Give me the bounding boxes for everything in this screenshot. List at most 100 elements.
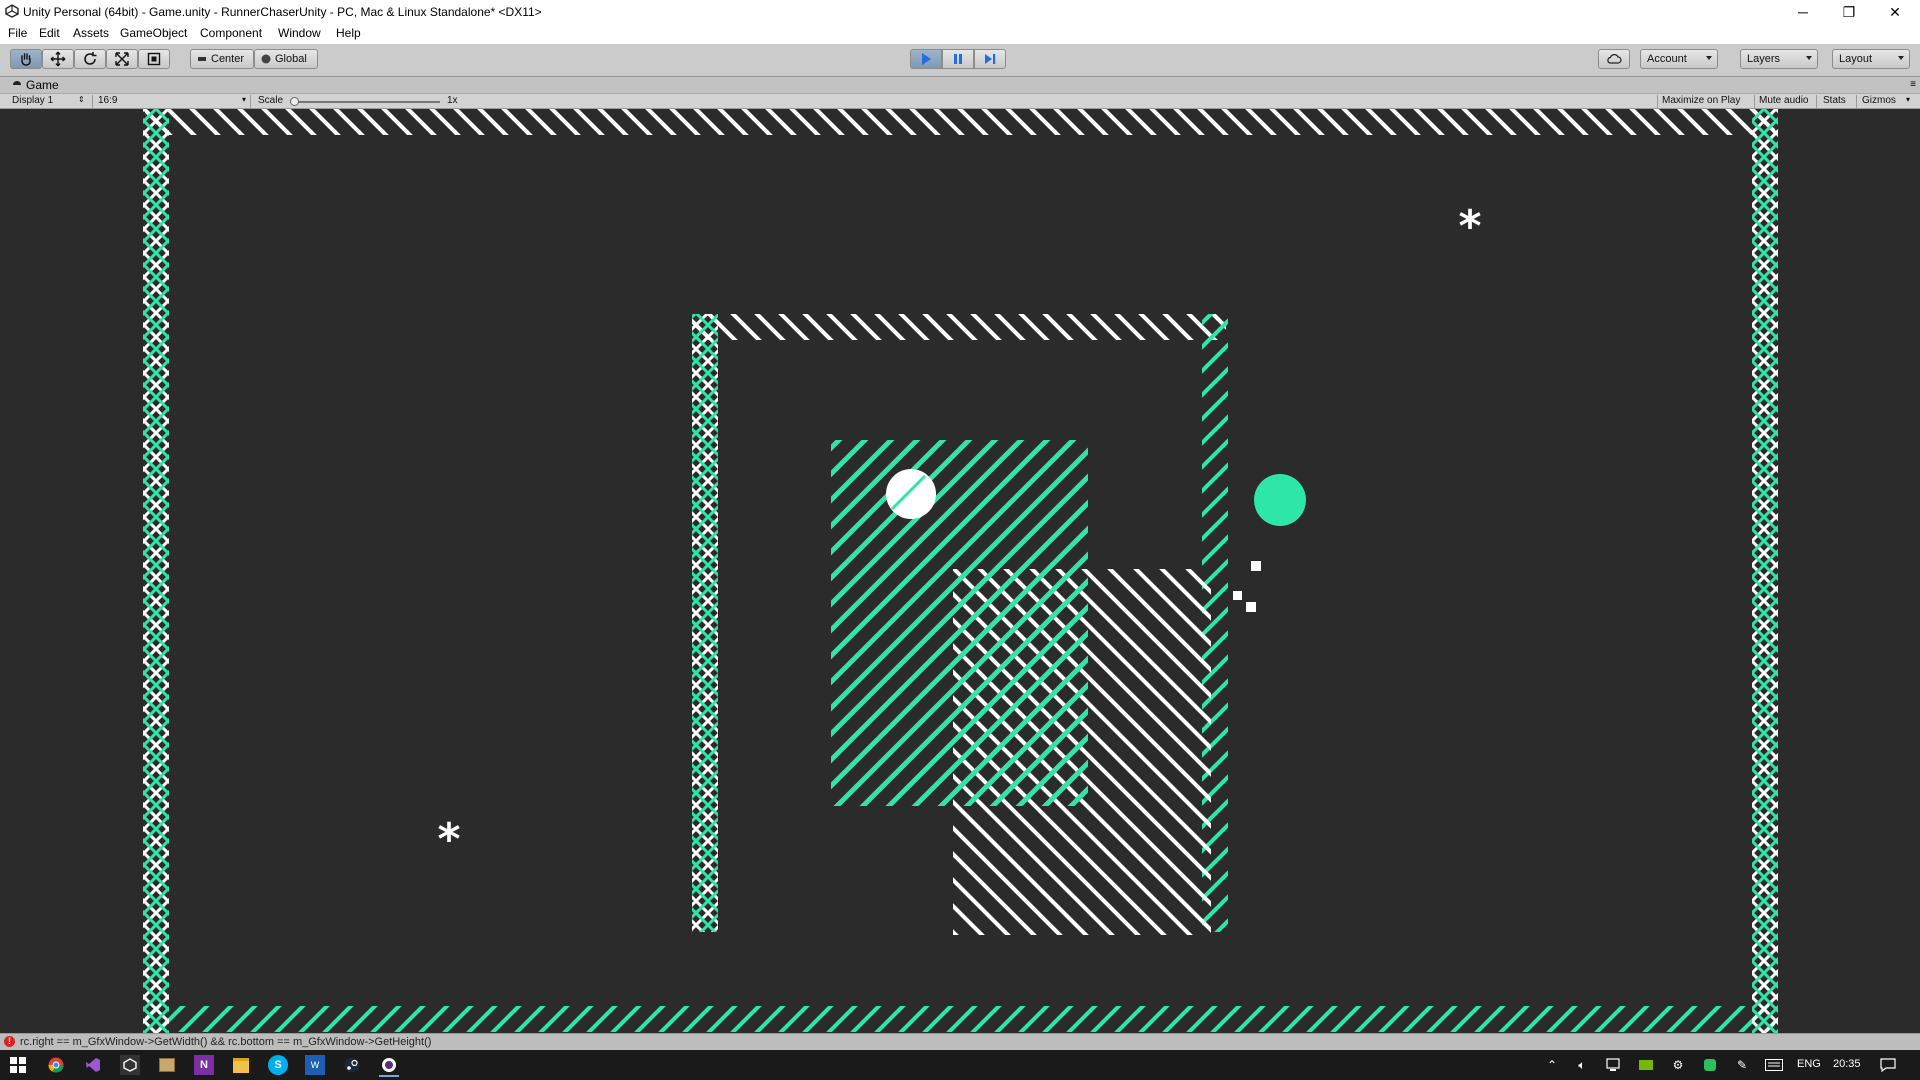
chevron-down-icon — [1898, 56, 1904, 60]
scale-value: 1x — [447, 95, 458, 106]
divider — [92, 95, 93, 108]
menu-component[interactable]: Component — [200, 26, 262, 40]
unity-logo-icon — [5, 4, 19, 18]
pivot-toggle-button[interactable]: Center — [190, 49, 254, 69]
app-icon[interactable] — [157, 1055, 177, 1075]
play-icon — [922, 53, 931, 65]
stats-toggle[interactable]: Stats — [1823, 95, 1846, 106]
chevron-down-icon — [1706, 56, 1712, 60]
scale-tool-button[interactable] — [106, 49, 138, 69]
steam-icon[interactable] — [342, 1055, 362, 1075]
menu-bar: File Edit Assets GameObject Component Wi… — [0, 24, 1920, 44]
menu-file[interactable]: File — [8, 26, 27, 40]
network-icon[interactable] — [1604, 1055, 1624, 1075]
step-button[interactable] — [974, 49, 1006, 69]
rect-tool-button[interactable] — [138, 49, 170, 69]
nvidia-icon[interactable] — [1636, 1055, 1656, 1075]
skype-icon[interactable]: S — [268, 1055, 288, 1075]
chevron-down-icon — [1806, 56, 1812, 60]
hand-icon — [21, 53, 31, 66]
scale-icon — [115, 52, 129, 66]
layers-dropdown[interactable]: Layers — [1740, 49, 1818, 69]
onenote-icon[interactable]: N — [194, 1055, 214, 1075]
divider — [1856, 95, 1857, 108]
maximize-button[interactable]: ❐ — [1826, 0, 1872, 24]
menu-assets[interactable]: Assets — [73, 26, 109, 40]
hand-tool-button[interactable] — [10, 49, 42, 69]
clock[interactable]: 20:35 — [1833, 1058, 1861, 1070]
window-title: Unity Personal (64bit) - Game.unity - Ru… — [23, 5, 542, 19]
close-button[interactable]: ✕ — [1872, 0, 1918, 24]
windows-taskbar: N S W ⌃ 🔈︎ ⚙ ✎ ENG 20:35 — [0, 1050, 1920, 1080]
inner-wall-top — [692, 314, 1226, 340]
arena-wall-left — [143, 109, 169, 1033]
panel-menu-icon[interactable]: ≡ — [1910, 79, 1916, 90]
game-scene: * * — [143, 109, 1778, 1033]
game-controller-icon — [13, 81, 21, 85]
collab-button[interactable] — [1598, 49, 1630, 69]
keyboard-icon[interactable] — [1764, 1055, 1784, 1075]
visual-studio-icon[interactable] — [83, 1055, 103, 1075]
minimize-button[interactable]: ─ — [1780, 0, 1826, 24]
space-label: Global — [275, 53, 307, 65]
unity-taskbar-icon[interactable] — [120, 1055, 140, 1075]
maximize-on-play-toggle[interactable]: Maximize on Play — [1662, 95, 1740, 106]
divider — [1754, 95, 1755, 108]
collectible-star: * — [1458, 201, 1481, 252]
play-button[interactable] — [910, 49, 942, 69]
game-viewport[interactable]: * * — [0, 109, 1920, 1033]
rect-transform-icon — [147, 52, 161, 66]
pause-button[interactable] — [942, 49, 974, 69]
mute-audio-toggle[interactable]: Mute audio — [1759, 95, 1808, 106]
toolbar: Center Global Account Layers Layout — [0, 44, 1920, 77]
layout-label: Layout — [1839, 53, 1873, 65]
windows-start-icon[interactable] — [8, 1055, 28, 1075]
gizmos-dropdown[interactable]: Gizmos — [1862, 95, 1896, 106]
account-dropdown[interactable]: Account — [1640, 49, 1718, 69]
tab-game-label: Game — [26, 78, 59, 92]
scale-slider-track[interactable] — [290, 101, 440, 103]
inner-wall-left — [692, 314, 718, 932]
menu-edit[interactable]: Edit — [39, 26, 60, 40]
arena-wall-bottom — [145, 1006, 1775, 1032]
console-error-message: rc.right == m_GfxWindow->GetWidth() && r… — [20, 1036, 432, 1048]
aspect-dropdown[interactable]: 16:9 — [98, 95, 117, 106]
notifications-icon[interactable] — [1878, 1055, 1898, 1075]
menu-gameobject[interactable]: GameObject — [120, 26, 187, 40]
particles — [1233, 561, 1261, 612]
globe-icon — [261, 54, 271, 64]
speaker-icon[interactable]: 🔈︎ — [1572, 1055, 1592, 1075]
app-icon[interactable] — [379, 1055, 399, 1077]
chevron-down-icon: ▾ — [242, 95, 247, 104]
game-view-toolbar: Display 1 ⇕ 16:9 ▾ Scale 1x Maximize on … — [0, 93, 1920, 109]
layout-dropdown[interactable]: Layout — [1832, 49, 1910, 69]
chrome-icon[interactable] — [46, 1055, 66, 1075]
chaser-enemy — [1254, 474, 1306, 526]
app-icon[interactable]: W — [305, 1055, 325, 1075]
runner-player — [886, 469, 936, 519]
chevron-down-icon: ⇕ — [78, 95, 85, 104]
menu-window[interactable]: Window — [278, 26, 321, 40]
file-explorer-icon[interactable] — [231, 1055, 251, 1075]
console-status-bar[interactable]: ! rc.right == m_GfxWindow->GetWidth() &&… — [0, 1033, 1920, 1050]
space-toggle-button[interactable]: Global — [254, 49, 318, 69]
divider — [1657, 95, 1658, 108]
tray-app-icon[interactable]: ⚙ — [1668, 1055, 1688, 1075]
pause-icon — [954, 54, 962, 64]
layers-label: Layers — [1747, 53, 1781, 65]
display-dropdown[interactable]: Display 1 — [12, 95, 53, 106]
pen-icon[interactable]: ✎ — [1732, 1055, 1752, 1075]
arena-wall-top — [145, 109, 1775, 135]
divider — [250, 95, 251, 108]
chevron-up-icon[interactable]: ⌃ — [1542, 1055, 1562, 1075]
collectible-star: * — [437, 814, 460, 865]
menu-help[interactable]: Help — [336, 26, 361, 40]
scale-slider-thumb[interactable] — [290, 97, 299, 106]
move-icon — [50, 51, 66, 67]
tab-game[interactable]: Game — [6, 77, 67, 93]
move-tool-button[interactable] — [42, 49, 74, 69]
rotate-tool-button[interactable] — [74, 49, 106, 69]
evernote-icon[interactable] — [1700, 1055, 1720, 1075]
language-indicator[interactable]: ENG — [1797, 1058, 1821, 1070]
arena-wall-right — [1752, 109, 1778, 1033]
